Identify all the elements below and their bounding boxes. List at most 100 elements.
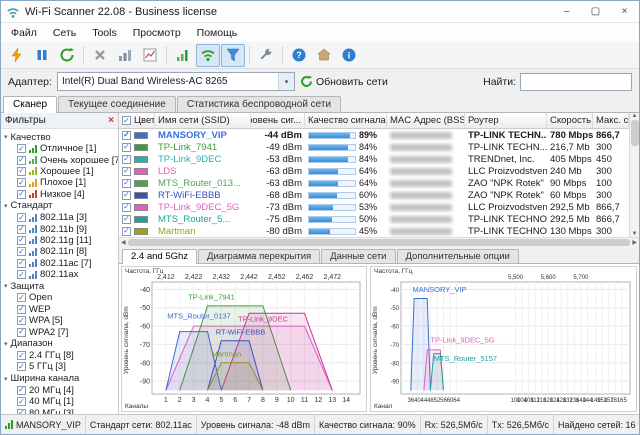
filter-item[interactable]: ✓ 802.11ax bbox=[4, 269, 118, 280]
column-signal[interactable]: Уровень сиг... bbox=[251, 113, 305, 128]
checkbox[interactable]: ✓ bbox=[122, 167, 131, 176]
home-button[interactable] bbox=[312, 44, 336, 67]
checkbox[interactable]: ✓ bbox=[17, 178, 26, 187]
tab-24-and-5ghz[interactable]: 2.4 and 5Ghz bbox=[122, 249, 197, 264]
search-input[interactable] bbox=[520, 73, 632, 91]
filter-item[interactable]: ✓ 2.4 ГГц [8] bbox=[4, 350, 118, 361]
filter-item[interactable]: ✓ 802.11b [9] bbox=[4, 223, 118, 234]
filter-item[interactable]: ✓ WPA2 [7] bbox=[4, 326, 118, 337]
collapse-arrow-icon[interactable]: ▾ bbox=[4, 375, 8, 383]
checkbox[interactable]: ✓ bbox=[17, 328, 26, 337]
filters-close-icon[interactable]: × bbox=[108, 115, 114, 126]
maximize-button[interactable]: ▢ bbox=[581, 1, 610, 22]
checkbox[interactable]: ✓ bbox=[17, 386, 26, 395]
settings-button[interactable] bbox=[254, 44, 278, 67]
tab-wireless-statistics[interactable]: Статистика беспроводной сети bbox=[177, 96, 341, 112]
table-row[interactable]: ✓ Martman -80 dBm 45% TP-LINK TECHNOL...… bbox=[119, 225, 629, 237]
vertical-scroll-thumb[interactable] bbox=[631, 120, 639, 146]
refresh-button[interactable] bbox=[55, 44, 79, 67]
line-chart-button[interactable] bbox=[138, 44, 162, 67]
column-router[interactable]: Роутер bbox=[465, 113, 547, 128]
filter-item[interactable]: ✓ 40 МГц [1] bbox=[4, 396, 118, 407]
filter-item[interactable]: ✓ 802.11a [3] bbox=[4, 212, 118, 223]
checkbox[interactable]: ✓ bbox=[122, 131, 131, 140]
checkbox[interactable]: ✓ bbox=[17, 247, 26, 256]
checkbox[interactable]: ✓ bbox=[122, 203, 131, 212]
tab-overlap-diagram[interactable]: Диаграмма перекрытия bbox=[198, 249, 320, 263]
checkbox[interactable]: ✓ bbox=[17, 213, 26, 222]
table-row[interactable]: ✓ LDS -63 dBm 64% LLC Proizvodstvenn... … bbox=[119, 165, 629, 177]
checkbox[interactable]: ✓ bbox=[17, 156, 26, 165]
filter-group[interactable]: ▾ Защита bbox=[4, 280, 118, 292]
filter-group[interactable]: ▾ Качество bbox=[4, 131, 118, 143]
filter-item[interactable]: ✓ Очень хорошее [7] bbox=[4, 154, 118, 165]
table-row[interactable]: ✓ TP-Link_9DEC_5G -73 dBm 53% LLC Proizv… bbox=[119, 201, 629, 213]
menu-file[interactable]: Файл bbox=[3, 25, 45, 41]
column-speed[interactable]: Скорость bbox=[547, 113, 593, 128]
checkbox[interactable]: ✓ bbox=[122, 143, 131, 152]
column-color[interactable]: ✓Цвет bbox=[119, 113, 155, 128]
table-row[interactable]: ✓ MTS_Router_5... -75 dBm 50% TP-LINK TE… bbox=[119, 213, 629, 225]
table-row[interactable]: ✓ MANSORY_VIP -44 dBm 89% TP-LINK TECHN.… bbox=[119, 129, 629, 141]
checkbox[interactable]: ✓ bbox=[17, 259, 26, 268]
table-row[interactable]: ✓ RT-WiFi-EBBB -68 dBm 60% ZAO "NPK Rote… bbox=[119, 189, 629, 201]
close-button[interactable]: × bbox=[610, 1, 639, 22]
checkbox[interactable]: ✓ bbox=[17, 362, 26, 371]
checkbox[interactable]: ✓ bbox=[17, 236, 26, 245]
info-button[interactable]: i bbox=[337, 44, 361, 67]
filter-item[interactable]: ✓ 802.11ac [7] bbox=[4, 258, 118, 269]
column-mac[interactable]: MAC Адрес (BSSID) bbox=[387, 113, 465, 128]
checkbox[interactable]: ✓ bbox=[17, 144, 26, 153]
scroll-up-icon[interactable]: ▲ bbox=[632, 113, 638, 119]
pause-button[interactable] bbox=[30, 44, 54, 67]
filter-item[interactable]: ✓ Низкое [4] bbox=[4, 189, 118, 200]
checkbox[interactable]: ✓ bbox=[17, 305, 26, 314]
adapter-select[interactable]: Intel(R) Dual Band Wireless-AC 8265 ▾ bbox=[57, 72, 295, 91]
filter-item[interactable]: ✓ 20 МГц [4] bbox=[4, 385, 118, 396]
checkbox[interactable]: ✓ bbox=[17, 190, 26, 199]
wifi-button[interactable] bbox=[196, 44, 220, 67]
scroll-left-icon[interactable]: ◀ bbox=[121, 239, 126, 246]
filter-item[interactable]: ✓ Отличное [1] bbox=[4, 143, 118, 154]
filter-group[interactable]: ▾ Ширина канала bbox=[4, 373, 118, 385]
bar-chart-button[interactable] bbox=[113, 44, 137, 67]
checkbox[interactable]: ✓ bbox=[17, 270, 26, 279]
refresh-networks-button[interactable]: Обновить сети bbox=[300, 75, 388, 88]
filter-item[interactable]: ✓ Open bbox=[4, 292, 118, 303]
collapse-arrow-icon[interactable]: ▾ bbox=[4, 133, 8, 141]
collapse-arrow-icon[interactable]: ▾ bbox=[4, 202, 8, 210]
filter-item[interactable]: ✓ Хорошее [1] bbox=[4, 166, 118, 177]
tab-current-connection[interactable]: Текущее соединение bbox=[58, 96, 176, 112]
scroll-right-icon[interactable]: ▶ bbox=[632, 239, 637, 246]
collapse-arrow-icon[interactable]: ▾ bbox=[4, 282, 8, 290]
filter-item[interactable]: ✓ WPA [5] bbox=[4, 315, 118, 326]
checkbox[interactable]: ✓ bbox=[122, 179, 131, 188]
checkbox[interactable]: ✓ bbox=[17, 397, 26, 406]
filter-group[interactable]: ▾ Диапазон bbox=[4, 338, 118, 350]
help-button[interactable]: ? bbox=[287, 44, 311, 67]
checkbox[interactable]: ✓ bbox=[17, 167, 26, 176]
delete-button[interactable] bbox=[88, 44, 112, 67]
filter-item[interactable]: ✓ WEP bbox=[4, 304, 118, 315]
select-all-checkbox[interactable]: ✓ bbox=[122, 116, 131, 125]
table-row[interactable]: ✓ TP-Link_9DEC -53 dBm 84% TRENDnet, Inc… bbox=[119, 153, 629, 165]
filter-item[interactable]: ✓ 5 ГГц [3] bbox=[4, 361, 118, 372]
filter-item[interactable]: ✓ 802.11g [11] bbox=[4, 235, 118, 246]
checkbox[interactable]: ✓ bbox=[122, 191, 131, 200]
menu-help[interactable]: Помощь bbox=[189, 25, 246, 41]
filter-group[interactable]: ▾ Стандарт bbox=[4, 200, 118, 212]
checkbox[interactable]: ✓ bbox=[122, 215, 131, 224]
tab-scanner[interactable]: Сканер bbox=[3, 96, 57, 113]
collapse-arrow-icon[interactable]: ▾ bbox=[4, 340, 8, 348]
table-horizontal-scrollbar[interactable]: ◀ ▶ bbox=[119, 237, 639, 247]
signal-button[interactable] bbox=[171, 44, 195, 67]
scan-button[interactable] bbox=[5, 44, 29, 67]
horizontal-scroll-thumb[interactable] bbox=[128, 239, 631, 246]
menu-view[interactable]: Просмотр bbox=[125, 25, 189, 41]
filter-item[interactable]: ✓ 802.11n [8] bbox=[4, 246, 118, 257]
table-row[interactable]: ✓ MTS_Router_013... -63 dBm 64% ZAO "NPK… bbox=[119, 177, 629, 189]
menu-network[interactable]: Сеть bbox=[45, 25, 84, 41]
table-row[interactable]: ✓ TP-Link_7941 -49 dBm 84% TP-LINK TECHN… bbox=[119, 141, 629, 153]
checkbox[interactable]: ✓ bbox=[122, 155, 131, 164]
menu-tools[interactable]: Tools bbox=[84, 25, 125, 41]
